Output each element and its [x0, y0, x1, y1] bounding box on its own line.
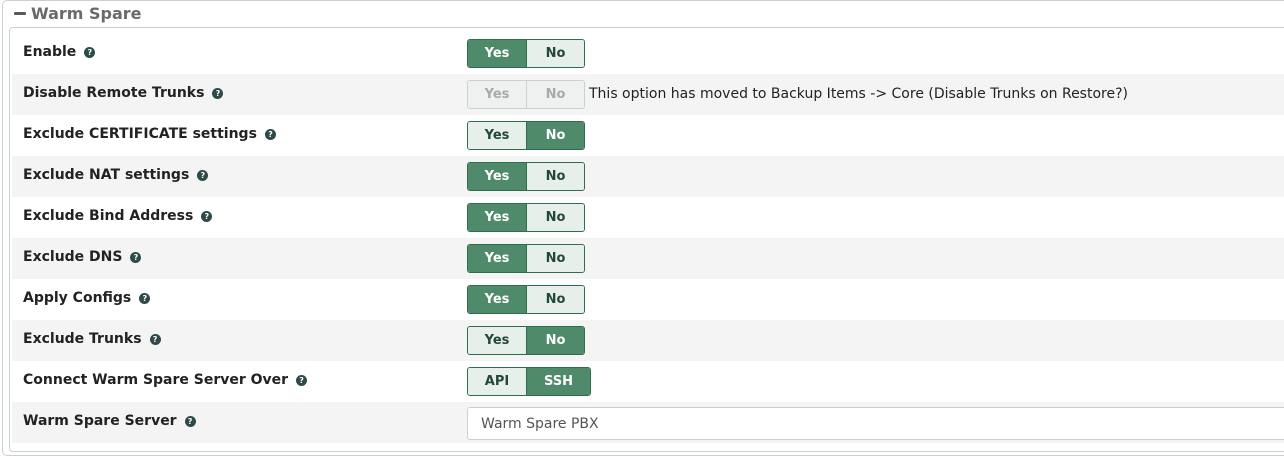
help-icon[interactable]: ?	[264, 128, 276, 140]
help-icon[interactable]: ?	[84, 46, 96, 58]
exclude-dns-toggle[interactable]: Yes No	[467, 244, 585, 273]
disable-remote-trunks-no-button: No	[526, 81, 584, 108]
help-icon[interactable]: ?	[197, 169, 209, 181]
setting-label: Enable	[23, 44, 77, 60]
section-header[interactable]: Warm Spare	[14, 3, 146, 23]
enable-no-button[interactable]: No	[526, 40, 584, 67]
exclude-nat-yes-button[interactable]: Yes	[468, 163, 526, 190]
help-icon[interactable]: ?	[139, 292, 151, 304]
setting-label: Warm Spare Server	[23, 413, 177, 429]
disable-remote-trunks-yes-button: Yes	[468, 81, 526, 108]
collapse-icon[interactable]	[14, 11, 26, 15]
setting-label: Apply Configs	[23, 290, 132, 306]
exclude-bind-address-toggle[interactable]: Yes No	[467, 203, 585, 232]
connect-over-api-button[interactable]: API	[468, 368, 526, 395]
setting-row-enable: Enable ? Yes No	[12, 33, 1284, 74]
enable-yes-button[interactable]: Yes	[468, 40, 526, 67]
exclude-dns-yes-button[interactable]: Yes	[468, 245, 526, 272]
help-icon[interactable]: ?	[130, 251, 142, 263]
exclude-certificate-toggle[interactable]: Yes No	[467, 121, 585, 150]
setting-row-exclude-trunks: Exclude Trunks ? Yes No	[12, 320, 1284, 361]
connect-over-toggle[interactable]: API SSH	[467, 367, 591, 396]
setting-row-exclude-bind-address: Exclude Bind Address ? Yes No	[12, 197, 1284, 238]
enable-toggle[interactable]: Yes No	[467, 39, 585, 68]
setting-row-apply-configs: Apply Configs ? Yes No	[12, 279, 1284, 320]
help-icon[interactable]: ?	[212, 87, 224, 99]
help-icon[interactable]: ?	[296, 374, 308, 386]
warm-spare-server-select[interactable]: Warm Spare PBX	[467, 407, 1284, 440]
setting-label: Exclude Trunks	[23, 331, 142, 347]
setting-label: Connect Warm Spare Server Over	[23, 372, 289, 388]
section-title: Warm Spare	[31, 3, 142, 23]
setting-label: Exclude Bind Address	[23, 208, 194, 224]
setting-label: Exclude NAT settings	[23, 167, 190, 183]
exclude-certificate-no-button[interactable]: No	[526, 122, 584, 149]
exclude-trunks-yes-button[interactable]: Yes	[468, 327, 526, 354]
exclude-bind-address-yes-button[interactable]: Yes	[468, 204, 526, 231]
exclude-trunks-no-button[interactable]: No	[526, 327, 584, 354]
setting-row-warm-spare-server: Warm Spare Server ? Warm Spare PBX	[12, 402, 1284, 443]
help-icon[interactable]: ?	[184, 415, 196, 427]
moved-option-note: This option has moved to Backup Items ->…	[589, 86, 1128, 102]
connect-over-ssh-button[interactable]: SSH	[526, 368, 590, 395]
setting-row-disable-remote-trunks: Disable Remote Trunks ? Yes No This opti…	[12, 74, 1284, 115]
apply-configs-yes-button[interactable]: Yes	[468, 286, 526, 313]
exclude-trunks-toggle[interactable]: Yes No	[467, 326, 585, 355]
apply-configs-toggle[interactable]: Yes No	[467, 285, 585, 314]
setting-row-exclude-nat: Exclude NAT settings ? Yes No	[12, 156, 1284, 197]
help-icon[interactable]: ?	[201, 210, 213, 222]
setting-row-exclude-certificate: Exclude CERTIFICATE settings ? Yes No	[12, 115, 1284, 156]
exclude-bind-address-no-button[interactable]: No	[526, 204, 584, 231]
disable-remote-trunks-toggle: Yes No	[467, 80, 585, 109]
exclude-nat-no-button[interactable]: No	[526, 163, 584, 190]
setting-label: Disable Remote Trunks	[23, 85, 205, 101]
setting-label: Exclude CERTIFICATE settings	[23, 126, 257, 142]
exclude-dns-no-button[interactable]: No	[526, 245, 584, 272]
setting-row-exclude-dns: Exclude DNS ? Yes No	[12, 238, 1284, 279]
setting-row-connect-over: Connect Warm Spare Server Over ? API SSH	[12, 361, 1284, 402]
setting-label: Exclude DNS	[23, 249, 123, 265]
help-icon[interactable]: ?	[149, 333, 161, 345]
exclude-certificate-yes-button[interactable]: Yes	[468, 122, 526, 149]
exclude-nat-toggle[interactable]: Yes No	[467, 162, 585, 191]
apply-configs-no-button[interactable]: No	[526, 286, 584, 313]
